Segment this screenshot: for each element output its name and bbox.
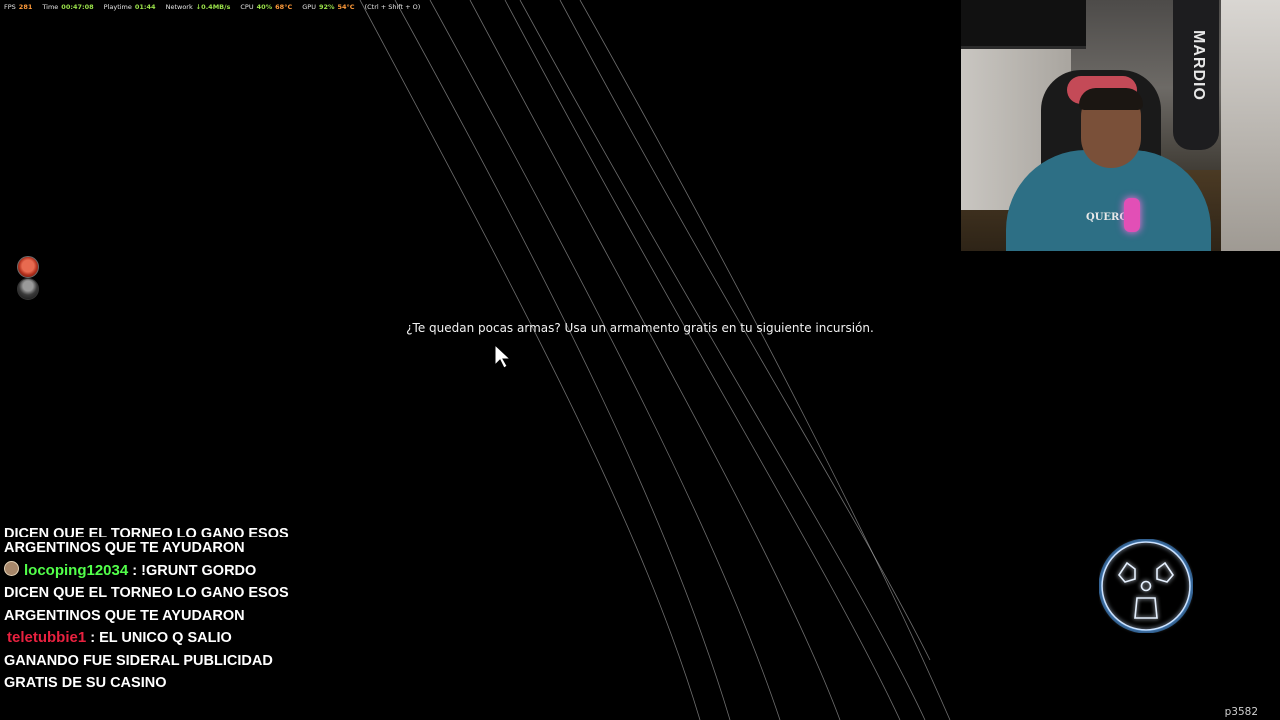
chat-username: locoping12034 <box>24 561 129 579</box>
streamer-hair <box>1079 88 1143 110</box>
squad-helmet-icon <box>17 278 39 300</box>
loading-tip: ¿Te quedan pocas armas? Usa un armamento… <box>406 321 874 335</box>
chat-separator: : <box>90 630 96 646</box>
mouse-cursor-icon <box>494 344 512 369</box>
microphone-icon <box>1124 198 1140 232</box>
chat-partial-line: DICEN QUE EL TORNEO LO GANO ESOS <box>4 526 289 537</box>
chat-text: EL UNICO Q SALIO <box>99 630 232 646</box>
chat-first-line: locoping12034 : !GRUNT GORDO <box>4 560 294 583</box>
watermark-id: p3582 <box>1224 706 1258 718</box>
squad-member-icon <box>17 256 39 278</box>
chat-first-line: teletubbie1 : EL UNICO Q SALIO <box>4 627 294 650</box>
user-badge-icon <box>4 560 19 576</box>
chat-separator: : <box>132 562 138 579</box>
webcam-feed: MARDIO QUERO <box>961 0 1280 251</box>
chat-text-line: GANANDO FUE SIDERAL PUBLICIDAD <box>4 652 273 669</box>
webcam-tv <box>961 0 1086 49</box>
chat-message: DICEN QUE EL TORNEO LO GANO ESOS ARGENTI… <box>4 523 294 560</box>
webcam-shelf <box>1221 0 1280 251</box>
radiation-loading-icon <box>1099 539 1193 633</box>
chat-message: teletubbie1 : EL UNICO Q SALIO GANANDO F… <box>4 627 294 695</box>
chat-text-line: ARGENTINOS QUE TE AYUDARON <box>4 540 245 556</box>
chat-text-line: DICEN QUE EL TORNEO LO GANO ESOS <box>4 585 289 601</box>
chat-username: teletubbie1 <box>7 629 87 646</box>
chat-text-line: ARGENTINOS QUE TE AYUDARON <box>4 607 245 624</box>
chat-text-line: GRATIS DE SU CASINO <box>4 675 167 691</box>
chat-text: !GRUNT GORDO <box>141 562 257 579</box>
shirt-logo: QUERO <box>1086 212 1129 223</box>
punching-bag-text: MARDIO <box>1190 30 1207 101</box>
chat-overlay: DICEN QUE EL TORNEO LO GANO ESOS ARGENTI… <box>4 526 294 695</box>
chat-message: locoping12034 : !GRUNT GORDO DICEN QUE E… <box>4 560 294 628</box>
